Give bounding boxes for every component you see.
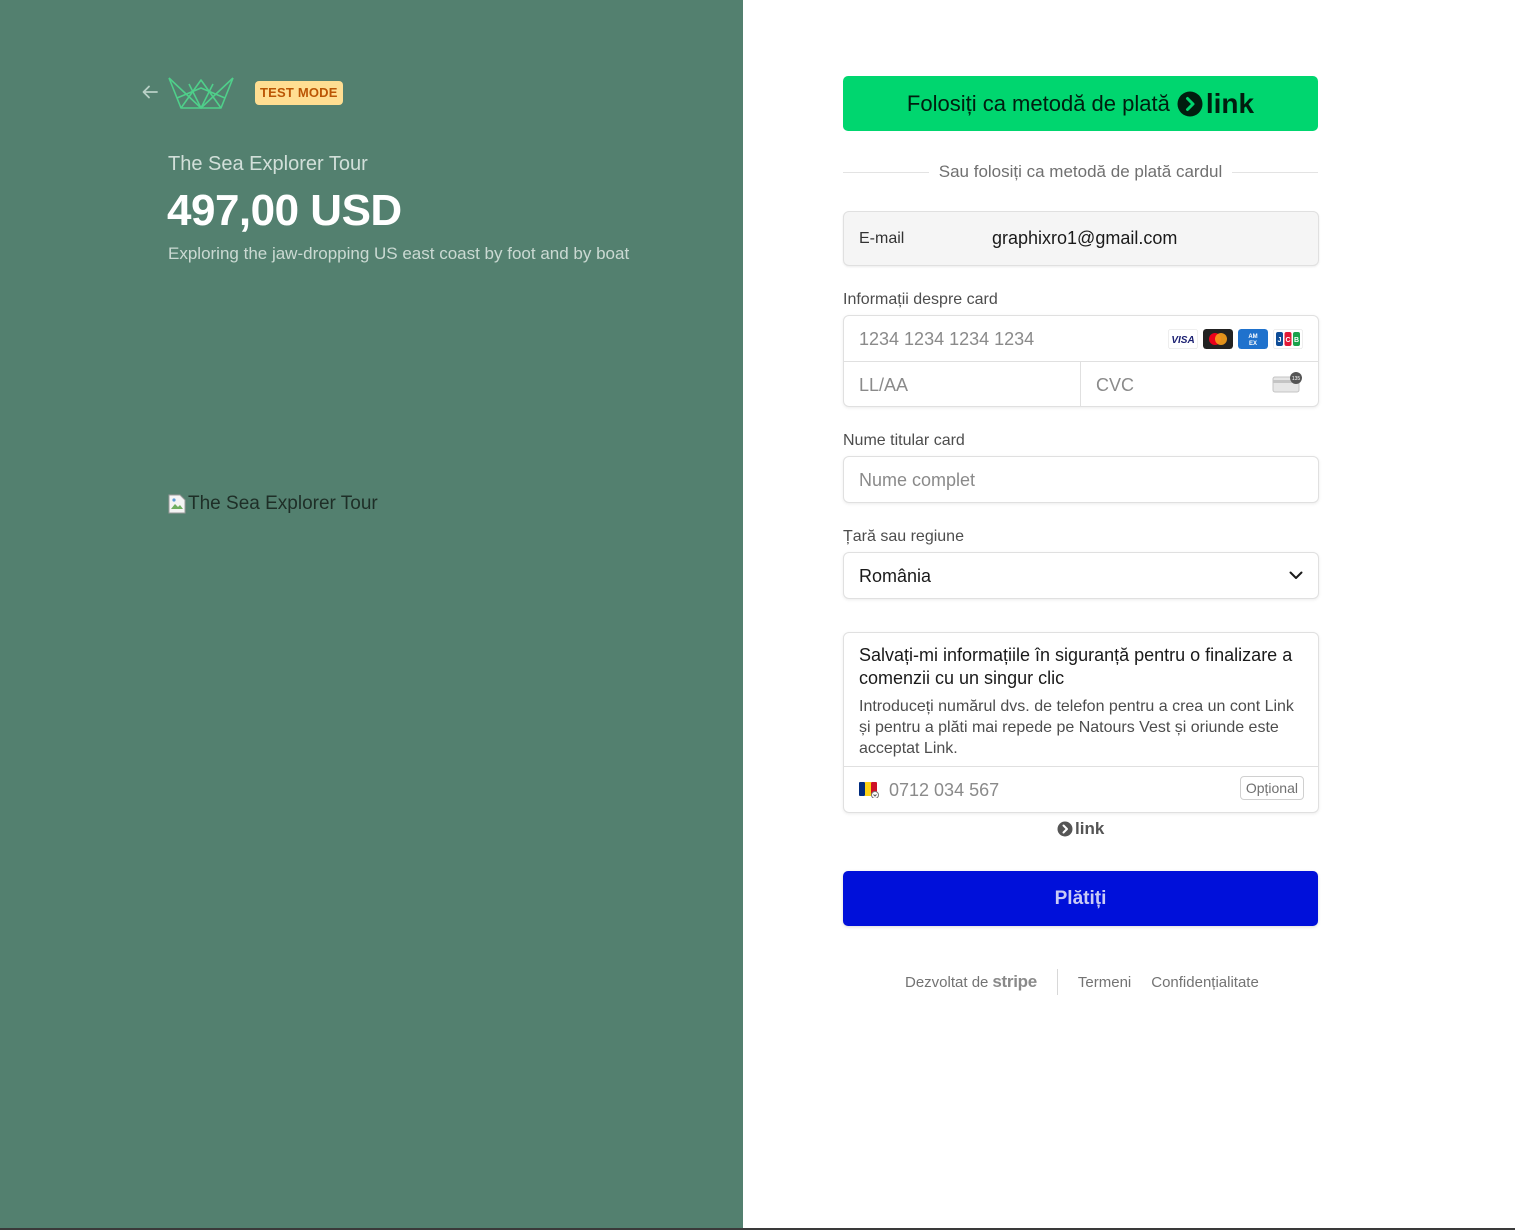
email-field[interactable]: E-mail graphixro1@gmail.com (843, 211, 1319, 266)
cardholder-input[interactable]: Nume complet (843, 456, 1319, 503)
stripe-logo[interactable]: stripe (992, 972, 1037, 992)
optional-badge: Opțional (1239, 776, 1304, 800)
powered-by-text: Dezvoltat de (905, 973, 989, 991)
privacy-link[interactable]: Confidențialitate (1151, 974, 1259, 991)
link-arrow-icon (1177, 91, 1203, 116)
email-value[interactable]: graphixro1@gmail.com (992, 228, 1177, 249)
product-image: The Sea Explorer Tour (168, 493, 378, 515)
pay-button[interactable]: Plătiți (843, 871, 1318, 926)
country-label: Țară sau regiune (843, 528, 964, 545)
save-info-title: Salvați-mi informațiile în siguranță pen… (859, 645, 1293, 688)
checkout-panel (743, 0, 1515, 1228)
save-info-subtitle: Introduceți numărul dvs. de telefon pent… (859, 698, 1294, 757)
broken-image-icon (168, 494, 186, 514)
expiry-placeholder: LL/AA (859, 375, 909, 395)
card-info-group: 1234 1234 1234 1234 VISA AM EX JCB LL/AA … (843, 315, 1319, 407)
test-mode-badge: TEST MODE (255, 81, 343, 105)
back-arrow-icon[interactable] (140, 82, 162, 104)
country-select[interactable]: România (843, 552, 1319, 599)
link-footer-logo: link (1057, 819, 1104, 839)
visa-icon: VISA (1168, 329, 1198, 349)
link-logo: link (1177, 88, 1254, 120)
cvc-input[interactable]: CVC 135 (1081, 362, 1318, 406)
expiry-input[interactable]: LL/AA (844, 362, 1081, 406)
jcb-icon: JCB (1273, 329, 1303, 349)
phone-input[interactable]: 0712 034 567 Opțional (844, 766, 1318, 813)
save-info-box: Salvați-mi informațiile în siguranță pen… (843, 632, 1319, 813)
divider: Sau folosiți ca metodă de plată cardul (843, 160, 1319, 184)
link-pay-button[interactable]: Folosiți ca metodă de plată link (843, 76, 1318, 131)
svg-text:EX: EX (1249, 341, 1257, 347)
footer: Dezvoltat de stripe Termeni Confidențial… (905, 969, 1279, 995)
divider-text: Sau folosiți ca metodă de plată cardul (938, 162, 1223, 181)
card-number-placeholder: 1234 1234 1234 1234 (859, 329, 1035, 349)
link-pay-label: Folosiți ca metodă de plată (906, 90, 1170, 116)
cardholder-label: Nume titular card (843, 432, 965, 449)
card-brands: VISA AM EX JCB (1168, 329, 1303, 349)
product-description: Exploring the jaw-dropping US east coast… (168, 244, 630, 263)
svg-text:135: 135 (1292, 376, 1301, 382)
product-price: 497,00 USD (167, 186, 402, 235)
email-label: E-mail (859, 230, 905, 247)
cardholder-placeholder: Nume complet (859, 470, 976, 490)
cvc-placeholder: CVC (1096, 375, 1135, 395)
card-number-input[interactable]: 1234 1234 1234 1234 VISA AM EX JCB (844, 316, 1318, 362)
product-image-alt: The Sea Explorer Tour (188, 493, 378, 514)
svg-text:VISA: VISA (1171, 335, 1194, 346)
terms-link[interactable]: Termeni (1078, 974, 1131, 991)
svg-text:C: C (1285, 337, 1290, 344)
country-value: România (859, 566, 932, 586)
crown-logo-icon[interactable] (167, 74, 237, 112)
footer-separator (1056, 969, 1058, 995)
product-name: The Sea Explorer Tour (168, 153, 368, 175)
romania-flag-icon (859, 782, 879, 798)
mastercard-icon (1203, 329, 1233, 349)
amex-icon: AMEX (1238, 329, 1268, 349)
link-wordmark: link (1205, 87, 1255, 119)
product-panel: TEST MODE The Sea Explorer Tour 497,00 U… (0, 0, 743, 1228)
card-info-label: Informații despre card (843, 291, 998, 308)
phone-placeholder: 0712 034 567 (889, 780, 1000, 800)
svg-text:J: J (1278, 337, 1282, 344)
svg-text:AM: AM (1248, 334, 1257, 340)
svg-text:B: B (1294, 337, 1299, 344)
link-arrow-icon (1057, 821, 1073, 837)
cvc-card-icon: 135 (1272, 372, 1302, 393)
chevron-down-icon (1289, 571, 1303, 579)
link-footer-word: link (1075, 819, 1105, 838)
